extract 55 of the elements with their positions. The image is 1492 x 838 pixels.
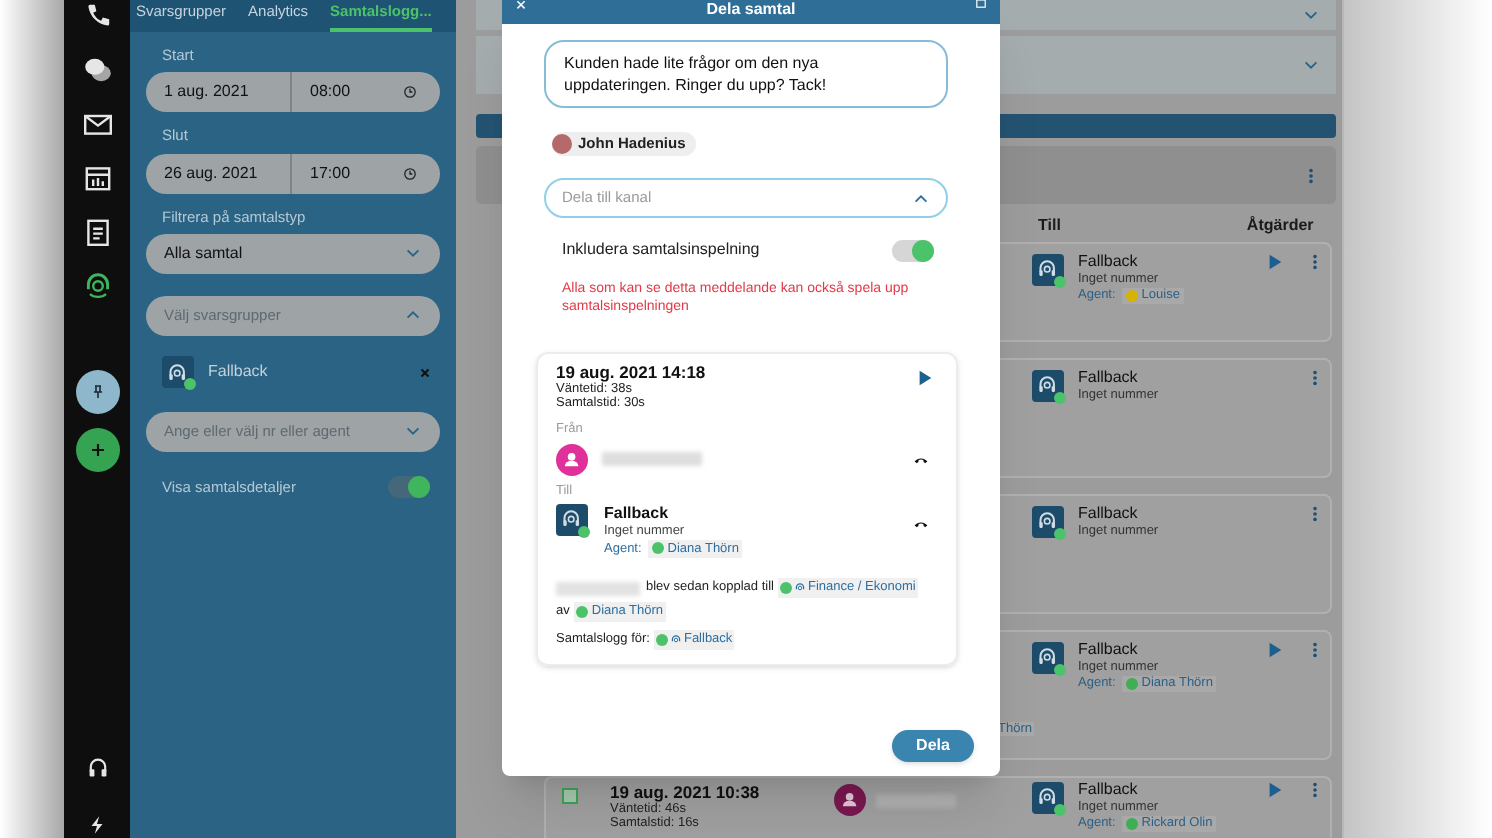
headset-icon[interactable] [81,270,113,302]
avatar [556,443,588,476]
time-value[interactable]: 17:00 [292,161,402,185]
toggle-switch[interactable] [892,239,934,261]
destination-name: Fallback [1078,640,1140,660]
destination-name: Fallback [1078,368,1140,388]
bolt-icon[interactable] [86,814,108,836]
call-type-select[interactable]: Alla samtal [146,233,440,274]
headset-icon [1032,506,1064,538]
headset-icon [1032,642,1064,674]
toggle-label: Inkludera samtalsinspelning [562,238,760,262]
group-name: Fallback [208,360,270,385]
plus-icon [87,440,107,460]
headset-icon[interactable] [85,756,109,780]
destination-name: Fallback [604,503,671,523]
window-icon[interactable] [974,0,988,12]
destination-name: Fallback [1078,252,1140,272]
add-button[interactable] [75,428,119,472]
destination-name: Fallback [1078,504,1140,524]
call-date: 19 aug. 2021 10:38 [610,782,760,802]
clipboard-icon[interactable] [81,216,113,248]
avatar [833,784,866,816]
destination-name: Fallback [1078,780,1140,800]
redacted-number [556,581,640,596]
checkbox[interactable] [562,788,578,804]
calendar-icon[interactable] [81,162,113,194]
toggle-switch[interactable] [388,475,430,498]
headset-icon [793,582,806,595]
chat-icon[interactable] [81,54,113,86]
dialog-title: Dela samtal [706,0,796,18]
time-value[interactable]: 08:00 [292,80,402,105]
clock-icon[interactable] [402,84,418,101]
chevron-down-icon[interactable] [1302,56,1320,74]
date-time-field[interactable]: 26 aug. 2021 17:00 [146,153,440,193]
date-value[interactable]: 26 aug. 2021 [146,153,292,193]
message-field[interactable]: Kunden hade lite frågor om den nya uppdateringen. Ringer du upp? Tack! [544,40,948,108]
play-icon[interactable] [916,368,934,388]
date-value[interactable]: 1 aug. 2021 [146,72,292,113]
call-date: 19 aug. 2021 14:18 [556,362,706,382]
column-header: Åtgärder [1246,214,1314,238]
avatar [552,134,572,154]
headset-icon [1032,254,1064,286]
headset-icon [162,356,194,389]
pin-button[interactable] [75,370,119,414]
redacted-number [602,452,702,467]
share-button[interactable]: Dela [892,730,974,762]
column-header: Till [1038,214,1061,238]
chevron-down-icon[interactable] [1302,6,1320,24]
clock-icon[interactable] [402,165,418,181]
date-time-field[interactable]: 1 aug. 2021 08:00 [146,72,440,113]
headset-icon [1032,370,1064,402]
close-icon[interactable] [418,365,432,380]
headset-icon [1032,782,1064,814]
headset-icon [669,633,682,646]
headset-icon [556,503,588,535]
